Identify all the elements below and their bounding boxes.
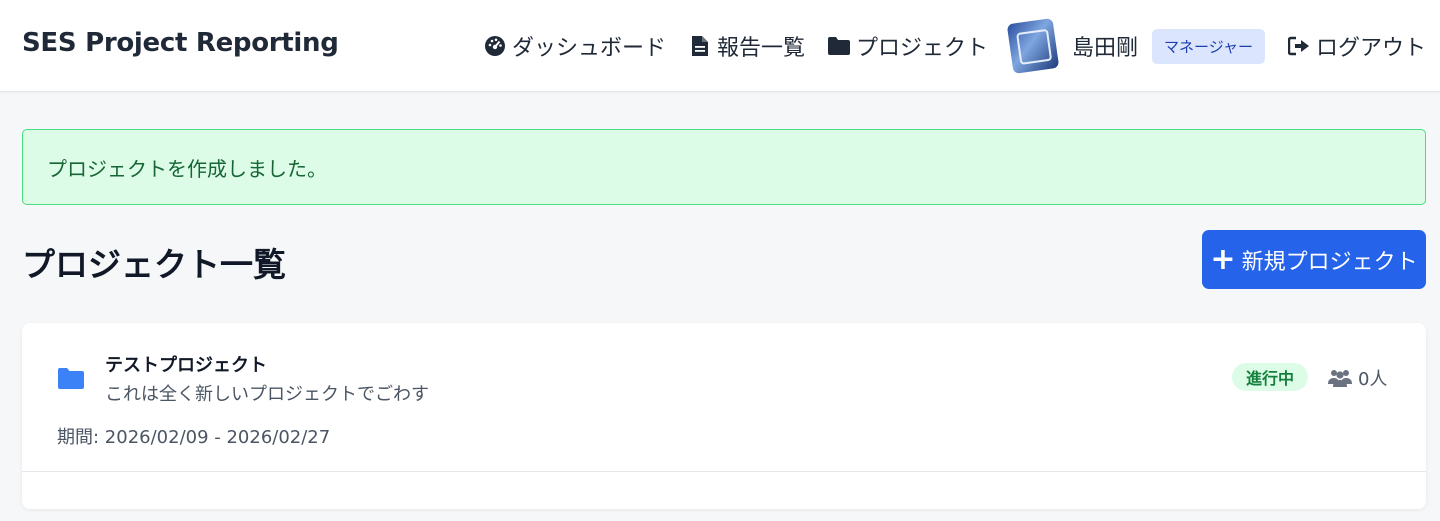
dashboard-gauge-icon	[483, 34, 507, 58]
alert-message: プロジェクトを作成しました。	[47, 156, 327, 181]
member-count-label: 0人	[1358, 369, 1388, 390]
user-avatar[interactable]	[1006, 18, 1060, 74]
nav-item-reports[interactable]: 報告一覧	[688, 30, 805, 62]
nav-item-dashboard[interactable]: ダッシュボード	[483, 30, 666, 62]
success-alert: プロジェクトを作成しました。	[22, 129, 1426, 205]
folder-icon	[57, 366, 85, 390]
role-badge: マネージャー	[1152, 28, 1265, 64]
new-project-label: 新規プロジェクト	[1241, 249, 1418, 275]
nav-item-label: 報告一覧	[716, 36, 805, 61]
nav-item-label: ダッシュボード	[511, 36, 666, 61]
logout-label: ログアウト	[1315, 36, 1426, 61]
file-icon	[688, 34, 712, 58]
project-list-card: テストプロジェクト これは全く新しいプロジェクトでごわす 期間: 2026/02…	[22, 323, 1426, 509]
card-divider	[22, 471, 1426, 472]
logout-icon	[1287, 34, 1311, 58]
app-title[interactable]: SES Project Reporting	[22, 28, 339, 58]
user-name: 島田剛	[1072, 36, 1139, 61]
plus-icon: +	[1210, 241, 1236, 277]
project-description: これは全く新しいプロジェクトでごわす	[105, 384, 429, 405]
nav-item-projects[interactable]: プロジェクト	[827, 30, 988, 62]
nav-item-label: プロジェクト	[856, 36, 989, 61]
member-count: 0人	[1327, 365, 1387, 391]
logout-button[interactable]: ログアウト	[1287, 30, 1426, 62]
project-period: 期間: 2026/02/09 - 2026/02/27	[57, 427, 331, 448]
status-badge: 進行中	[1232, 363, 1309, 391]
project-name[interactable]: テストプロジェクト	[105, 351, 267, 377]
top-navbar: SES Project Reporting ダッシュボード 報告一覧 プロジェク…	[0, 0, 1440, 92]
page-title: プロジェクト一覧	[22, 245, 286, 284]
folder-icon	[827, 34, 851, 58]
nav-menu: ダッシュボード 報告一覧 プロジェクト 島田剛 マネージャー ログアウト	[483, 0, 1426, 92]
users-icon	[1327, 367, 1353, 389]
new-project-button[interactable]: + 新規プロジェクト	[1202, 230, 1426, 289]
